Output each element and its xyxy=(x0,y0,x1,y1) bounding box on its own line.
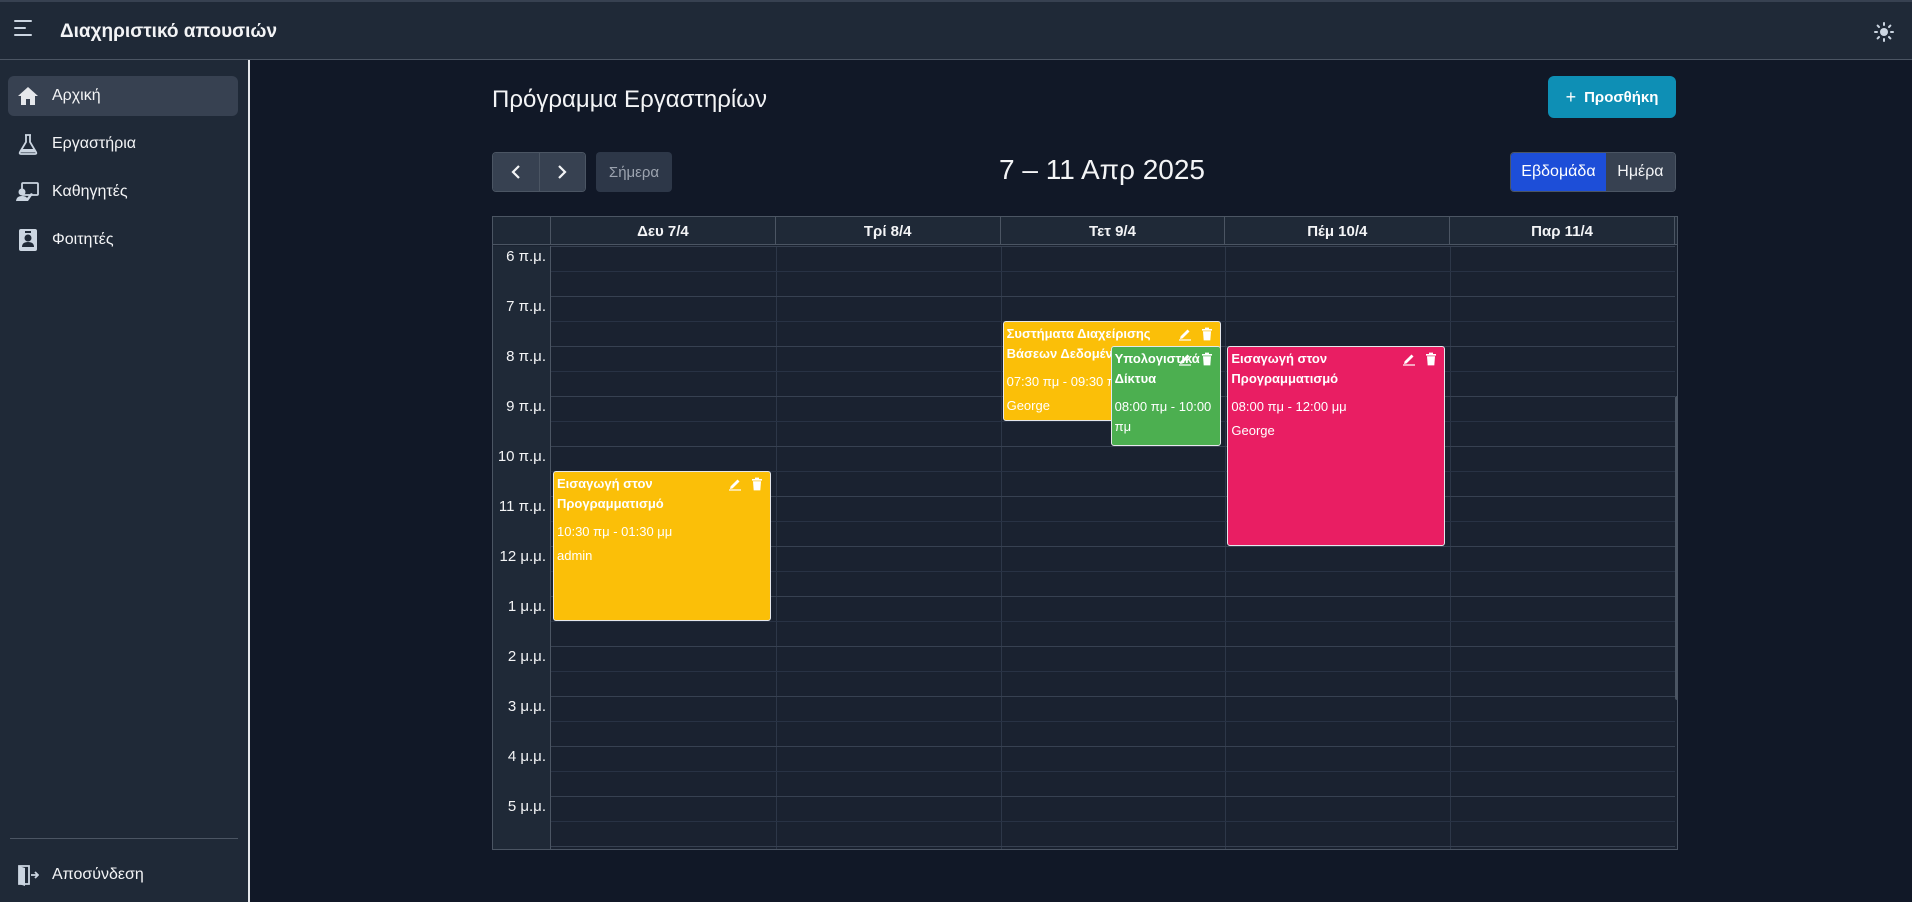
sidebar-item-students[interactable]: Φοιτητές xyxy=(8,220,238,260)
hour-label: 1 μ.μ. xyxy=(507,598,546,615)
event-actions xyxy=(1178,352,1214,366)
teacher-icon xyxy=(16,180,40,204)
day-divider xyxy=(1450,246,1452,849)
app-bar: Διαχηριστικό απουσιών xyxy=(0,0,1912,60)
hour-label: 11 π.μ. xyxy=(498,498,546,515)
hour-line xyxy=(551,796,1675,797)
half-hour-line xyxy=(551,271,1675,272)
day-header: Τετ 9/4 xyxy=(1001,217,1226,245)
day-header: Πέμ 10/4 xyxy=(1225,217,1451,245)
hour-line xyxy=(551,296,1675,297)
home-icon xyxy=(16,84,40,108)
prev-button[interactable] xyxy=(493,153,540,191)
delete-icon[interactable] xyxy=(1200,352,1214,366)
edit-icon[interactable] xyxy=(1402,352,1416,366)
hour-label: 6 π.μ. xyxy=(506,248,546,265)
scrollbar[interactable] xyxy=(1675,396,1677,700)
hour-label: 3 μ.μ. xyxy=(507,698,546,715)
hour-line xyxy=(551,246,1675,247)
hour-label: 10 π.μ. xyxy=(497,448,546,465)
logout-button[interactable]: Αποσύνδεση xyxy=(8,855,238,895)
sidebar-item-teachers[interactable]: Καθηγητές xyxy=(8,172,238,212)
hour-label: 4 μ.μ. xyxy=(507,748,546,765)
header-gutter xyxy=(493,217,551,245)
hour-line xyxy=(551,846,1675,847)
half-hour-line xyxy=(551,621,1675,622)
calendar-body[interactable]: 6 π.μ. 7 π.μ. 8 π.μ. 9 π.μ. 10 π.μ. 11 π.μ. 12… xyxy=(493,246,1677,849)
event-owner: George xyxy=(1231,423,1275,438)
half-hour-line xyxy=(551,671,1675,672)
hour-line xyxy=(551,446,1675,447)
delete-icon[interactable] xyxy=(750,477,764,491)
next-button[interactable] xyxy=(539,153,585,191)
menu-icon[interactable] xyxy=(14,20,34,40)
calendar: Δευ 7/4 Τρί 8/4 Τετ 9/4 Πέμ 10/4 Παρ 11/4 6 … xyxy=(492,216,1678,850)
plus-icon: + xyxy=(1565,86,1577,107)
view-switch: Εβδομάδα Ημέρα xyxy=(1510,152,1676,192)
sun-icon[interactable] xyxy=(1874,22,1894,42)
hour-line xyxy=(551,696,1675,697)
view-week-button[interactable]: Εβδομάδα xyxy=(1511,153,1606,191)
event-time: 10:30 πμ - 01:30 μμ xyxy=(557,524,673,539)
app-title: Διαχηριστικό απουσιών xyxy=(60,21,278,42)
half-hour-line xyxy=(551,821,1675,822)
half-hour-line xyxy=(551,721,1675,722)
date-range: 7 – 11 Απρ 2025 xyxy=(999,154,1205,185)
delete-icon[interactable] xyxy=(1200,327,1214,341)
sidebar-item-label: Εργαστήρια xyxy=(52,135,137,152)
event-time: 08:00 πμ - 12:00 μμ xyxy=(1231,399,1347,414)
hour-label: 2 μ.μ. xyxy=(507,648,546,665)
event-time: 08:00 πμ - 10:00 πμ xyxy=(1114,399,1212,434)
delete-icon[interactable] xyxy=(1424,352,1438,366)
logout-label: Αποσύνδεση xyxy=(52,866,144,883)
page-title: Πρόγραμμα Εργαστηρίων xyxy=(492,86,767,113)
sidebar-item-label: Φοιτητές xyxy=(52,231,114,248)
sidebar-item-label: Αρχική xyxy=(52,87,101,104)
edit-icon[interactable] xyxy=(1178,327,1192,341)
event-actions xyxy=(1402,352,1438,366)
day-header: Δευ 7/4 xyxy=(551,217,776,245)
main-content: Πρόγραμμα Εργαστηρίων + Προσθήκη Σήμερα 7… xyxy=(252,60,1912,902)
sidebar-item-label: Καθηγητές xyxy=(52,183,128,200)
edit-icon[interactable] xyxy=(728,477,742,491)
flask-icon xyxy=(16,132,40,156)
event-actions xyxy=(728,477,764,491)
chevron-left-icon xyxy=(511,165,520,179)
day-divider xyxy=(1225,246,1227,849)
half-hour-line xyxy=(551,771,1675,772)
sidebar-item-home[interactable]: Αρχική xyxy=(8,76,238,116)
event-owner: admin xyxy=(557,548,593,563)
calendar-header: Δευ 7/4 Τρί 8/4 Τετ 9/4 Πέμ 10/4 Παρ 11/4 xyxy=(493,217,1677,245)
hour-label: 5 μ.μ. xyxy=(507,798,546,815)
event-actions xyxy=(1178,327,1214,341)
chevron-right-icon xyxy=(558,165,567,179)
hour-line xyxy=(551,646,1675,647)
view-day-button[interactable]: Ημέρα xyxy=(1605,153,1675,191)
hour-label: 9 π.μ. xyxy=(506,398,546,415)
student-badge-icon xyxy=(16,228,40,252)
event-card[interactable]: Εισαγωγή στον Προγραμματισμό 08:00 πμ - 1… xyxy=(1227,346,1446,546)
hour-label: 12 μ.μ. xyxy=(499,548,546,565)
event-card[interactable]: Υπολογιστικά Δίκτυα 08:00 πμ - 10:00 πμ xyxy=(1110,346,1221,446)
today-button[interactable]: Σήμερα xyxy=(596,152,672,192)
day-divider xyxy=(1000,246,1002,849)
event-card[interactable]: Εισαγωγή στον Προγραμματισμό 10:30 πμ - 0… xyxy=(553,471,771,621)
time-gutter: 6 π.μ. 7 π.μ. 8 π.μ. 9 π.μ. 10 π.μ. 11 π.μ. 12… xyxy=(493,246,551,849)
day-header: Παρ 11/4 xyxy=(1450,217,1675,245)
day-divider xyxy=(775,246,777,849)
hour-line xyxy=(551,746,1675,747)
date-nav xyxy=(492,152,586,192)
add-button-label: Προσθήκη xyxy=(1584,88,1659,106)
hour-label: 7 π.μ. xyxy=(506,298,546,315)
edit-icon[interactable] xyxy=(1178,352,1192,366)
sidebar: Αρχική Εργαστήρια Καθηγητές Φοιτητές Απο… xyxy=(0,60,250,902)
hour-label: 8 π.μ. xyxy=(506,348,546,365)
logout-icon xyxy=(16,863,40,887)
sidebar-divider xyxy=(10,838,238,839)
day-header: Τρί 8/4 xyxy=(776,217,1001,245)
sidebar-item-labs[interactable]: Εργαστήρια xyxy=(8,124,238,164)
add-button[interactable]: + Προσθήκη xyxy=(1548,76,1676,118)
